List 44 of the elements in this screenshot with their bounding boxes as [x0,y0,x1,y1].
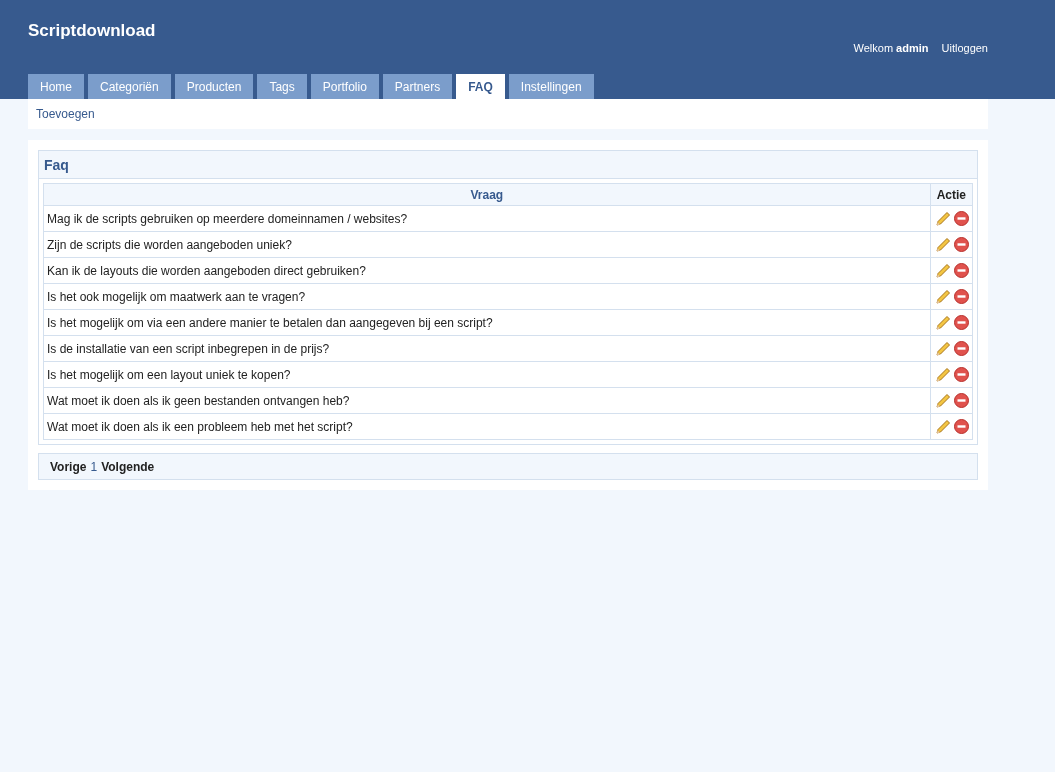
nav-tab[interactable]: Tags [257,74,307,99]
delete-icon[interactable] [954,263,969,278]
column-header: Actie [930,183,973,206]
nav-tab[interactable]: FAQ [456,74,505,99]
delete-icon[interactable] [954,237,969,252]
welcome-text: Welkom admin [853,42,929,54]
delete-icon[interactable] [954,393,969,408]
add-link[interactable]: Toevoegen [36,107,95,121]
question-cell: Zijn de scripts die worden aangeboden uniek? [43,231,931,258]
question-cell: Is het mogelijk om een layout uniek te kopen? [43,361,931,388]
delete-icon[interactable] [954,341,969,356]
nav-tab[interactable]: Producten [174,74,254,99]
question-cell: Is de installatie van een script inbegrepen in de prijs? [43,335,931,362]
site-title: Scriptdownload [28,21,156,41]
nav-tab[interactable]: Portfolio [310,74,379,99]
nav-tab[interactable]: Partners [382,74,453,99]
question-cell: Wat moet ik doen als ik een probleem heb met het script? [43,413,931,440]
column-header: Vraag [43,183,931,206]
question-cell: Wat moet ik doen als ik geen bestanden ontvangen heb? [43,387,931,414]
pencil-icon[interactable] [934,340,951,357]
question-cell: Is het ook mogelijk om maatwerk aan te vragen? [43,283,931,310]
pencil-icon[interactable] [934,392,951,409]
pencil-icon[interactable] [934,314,951,331]
question-cell: Kan ik de layouts die worden aangeboden direct gebruiken? [43,257,931,284]
pencil-icon[interactable] [934,418,951,435]
previous-link[interactable]: Vorige [50,459,87,474]
delete-icon[interactable] [954,289,969,304]
pencil-icon[interactable] [934,262,951,279]
logout-link[interactable]: Uitloggen [941,42,988,54]
nav-tab[interactable]: Home [28,74,84,99]
pencil-icon[interactable] [934,366,951,383]
delete-icon[interactable] [954,211,969,226]
nav-tab[interactable]: Instellingen [508,74,594,99]
delete-icon[interactable] [954,419,969,434]
pencil-icon[interactable] [934,236,951,253]
page-link[interactable]: 1 [90,459,98,474]
next-link[interactable]: Volgende [101,459,155,474]
nav-tab[interactable]: Categoriën [88,74,171,99]
pencil-icon[interactable] [934,210,951,227]
question-cell: Mag ik de scripts gebruiken op meerdere domeinnamen / websites? [43,205,931,232]
pencil-icon[interactable] [934,288,951,305]
question-cell: Is het mogelijk om via een andere manier te betalen dan aangegeven bij een script? [43,309,931,336]
delete-icon[interactable] [954,315,969,330]
delete-icon[interactable] [954,367,969,382]
